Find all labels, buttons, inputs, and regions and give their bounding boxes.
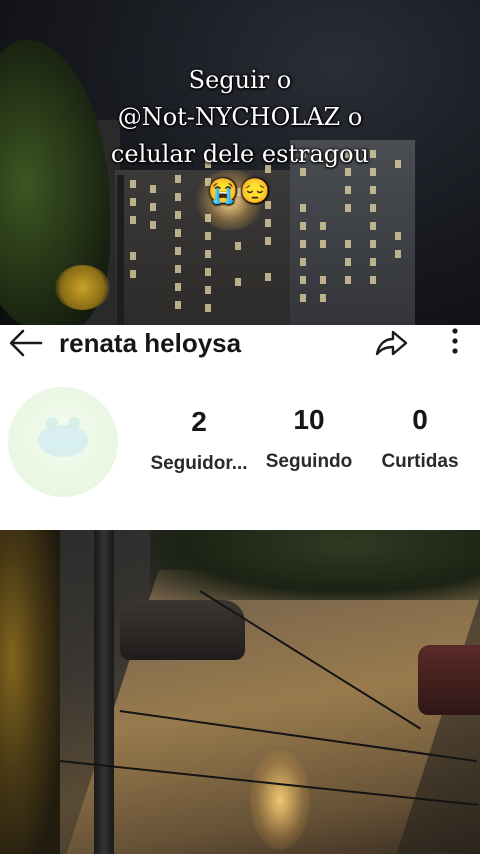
profile-card: renata heloysa 2 Seguidor... 10 Seguindo… — [0, 325, 480, 530]
profile-header: renata heloysa — [0, 325, 480, 361]
building-window — [300, 276, 306, 284]
background-video-frame-bottom — [0, 530, 480, 854]
building-window — [175, 247, 181, 255]
stat-likes[interactable]: 0 Curtidas — [372, 403, 468, 473]
building-window — [370, 276, 376, 284]
building-window — [205, 232, 211, 240]
building-window — [235, 242, 241, 250]
building-window — [345, 276, 351, 284]
building-window — [370, 222, 376, 230]
yellow-tree-foliage — [0, 530, 60, 854]
profile-username: renata heloysa — [59, 327, 241, 359]
building-window — [370, 258, 376, 266]
caption-line-2: @Not-NYCHOLAZ o — [80, 99, 400, 136]
likes-count: 0 — [372, 403, 468, 437]
building-window — [320, 240, 326, 248]
building-window — [205, 214, 211, 222]
building-window — [345, 240, 351, 248]
building-window — [175, 229, 181, 237]
building-window — [300, 294, 306, 302]
avatar-illustration — [38, 425, 88, 457]
building-window — [150, 221, 156, 229]
followers-label: Seguidor... — [140, 453, 258, 475]
building-window — [205, 304, 211, 312]
building-window — [320, 276, 326, 284]
building-window — [130, 216, 136, 224]
caption-line-3: celular dele estragou — [80, 136, 400, 173]
share-arrow-icon[interactable] — [372, 327, 410, 359]
utility-pole — [94, 530, 114, 854]
following-label: Seguindo — [258, 451, 360, 473]
building-window — [300, 258, 306, 266]
building-window — [265, 237, 271, 245]
following-count: 10 — [258, 403, 360, 437]
followers-count: 2 — [140, 405, 258, 439]
building-window — [370, 240, 376, 248]
building-window — [175, 301, 181, 309]
building-window — [175, 283, 181, 291]
caption-line-1: Seguir o — [80, 62, 400, 99]
building-window — [300, 240, 306, 248]
video-caption: Seguir o @Not-NYCHOLAZ o celular dele es… — [80, 62, 400, 210]
building-window — [395, 232, 401, 240]
building-window — [205, 268, 211, 276]
building-window — [130, 270, 136, 278]
building-window — [265, 219, 271, 227]
building-window — [175, 211, 181, 219]
building-window — [175, 265, 181, 273]
building-window — [345, 258, 351, 266]
building-window — [235, 278, 241, 286]
arrow-left-icon[interactable] — [8, 327, 44, 359]
street-light-reflection — [250, 750, 310, 850]
caption-emojis: 😭😔 — [80, 173, 400, 210]
building-window — [320, 222, 326, 230]
building-window — [320, 294, 326, 302]
likes-label: Curtidas — [372, 451, 468, 473]
more-vertical-icon[interactable] — [443, 325, 467, 359]
yellow-leaves — [55, 265, 110, 310]
building-window — [130, 252, 136, 260]
stat-following[interactable]: 10 Seguindo — [258, 403, 360, 473]
building-window — [205, 286, 211, 294]
parked-car-right — [418, 645, 480, 715]
stat-followers[interactable]: 2 Seguidor... — [140, 405, 258, 475]
building-window — [265, 273, 271, 281]
building-window — [205, 250, 211, 258]
building-window — [300, 222, 306, 230]
building-window — [395, 250, 401, 258]
avatar[interactable] — [8, 387, 118, 497]
